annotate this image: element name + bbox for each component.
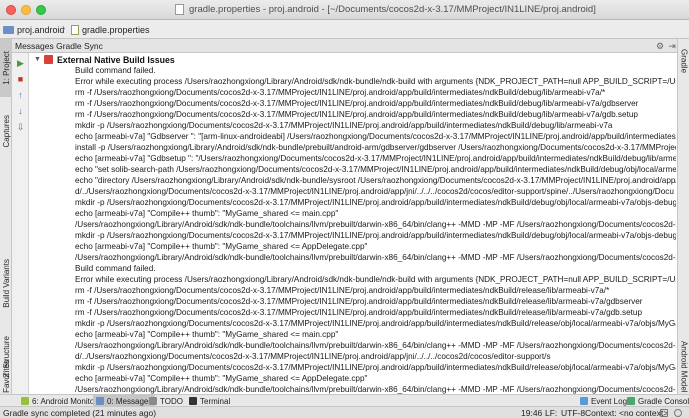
tab-label: Android Model xyxy=(679,340,689,393)
status-message[interactable]: Gradle sync completed (21 minutes ago) xyxy=(3,408,156,418)
folder-icon xyxy=(3,25,14,34)
issue-group-row[interactable]: ▼ External Native Build Issues xyxy=(34,54,175,65)
bottom-tool-window-bar: 6: Android Monitor 0: Messages TODO Term… xyxy=(0,394,689,407)
tab-label: Event Log xyxy=(591,396,628,406)
android-icon xyxy=(21,397,29,405)
message-line[interactable]: rm -f /Users/raozhongxiong/Documents/coc… xyxy=(75,109,638,120)
message-line[interactable]: rm -f /Users/raozhongxiong/Documents/coc… xyxy=(75,307,642,318)
message-line[interactable]: mkdir -p /Users/raozhongxiong/Documents/… xyxy=(75,362,676,373)
breadcrumb-item-file[interactable]: gradle.properties xyxy=(71,23,150,36)
message-line[interactable]: echo [armeabi-v7a] "Gdbsetup ": "/Users/… xyxy=(75,153,676,164)
tab-label: TODO xyxy=(160,396,183,406)
message-line[interactable]: echo "directory /Users/raozhongxiong/Lib… xyxy=(75,175,676,186)
tab-gradle[interactable]: Gradle xyxy=(678,41,689,81)
breadcrumb-label: gradle.properties xyxy=(82,24,150,35)
chevron-right-icon: › xyxy=(62,23,66,34)
inspector-face-icon[interactable] xyxy=(674,409,682,417)
panel-title: Messages Gradle Sync xyxy=(15,41,103,51)
document-icon xyxy=(175,4,184,15)
tab-build-variants[interactable]: Build Variants xyxy=(0,244,12,322)
messages-icon xyxy=(96,397,104,405)
terminal-icon xyxy=(189,397,197,405)
messages-tree[interactable]: ▼ External Native Build Issues Build com… xyxy=(30,53,676,394)
message-line[interactable]: rm -f /Users/raozhongxiong/Documents/coc… xyxy=(75,296,642,307)
maximize-window-button[interactable] xyxy=(36,5,46,15)
todo-icon xyxy=(149,397,157,405)
message-line[interactable]: rm -f /Users/raozhongxiong/Documents/coc… xyxy=(75,98,638,109)
message-line[interactable]: mkdir -p /Users/raozhongxiong/Documents/… xyxy=(75,197,676,208)
event-log-icon xyxy=(580,397,588,405)
collapse-triangle-icon[interactable]: ▼ xyxy=(34,56,41,63)
tab-label: Gradle Console xyxy=(638,396,689,406)
message-line[interactable]: /Users/raozhongxiong/Library/Android/sdk… xyxy=(75,340,676,351)
window-title: gradle.properties - proj.android - [~/Do… xyxy=(189,4,596,15)
message-line[interactable]: rm -f /Users/raozhongxiong/Documents/coc… xyxy=(75,87,605,98)
context-indicator[interactable]: Context: <no context> xyxy=(585,408,668,418)
left-tool-window-bar: 1: Project Captures Build Variants Z: St… xyxy=(0,39,12,402)
message-line[interactable]: echo [armeabi-v7a] "Compile++ thumb": "M… xyxy=(75,208,338,219)
message-line[interactable]: /Users/raozhongxiong/Library/Android/sdk… xyxy=(75,219,676,230)
messages-toolbar: ▶ ■ ↑ ↓ ⇩ xyxy=(12,53,29,394)
breadcrumb-label: proj.android xyxy=(17,24,65,35)
line-ending-indicator[interactable]: LF: xyxy=(545,408,557,418)
message-line[interactable]: mkdir -p /Users/raozhongxiong/Documents/… xyxy=(75,318,676,329)
message-line[interactable]: /Users/raozhongxiong/Library/Android/sdk… xyxy=(75,384,676,394)
tab-label: Build Variants xyxy=(1,258,11,308)
tab-label: 1: Project xyxy=(1,51,11,85)
gradle-icon xyxy=(627,397,635,405)
close-window-button[interactable] xyxy=(6,5,16,15)
gear-icon[interactable]: ⚙ xyxy=(655,41,665,51)
tab-favorites[interactable]: 2: Favorites xyxy=(0,360,12,402)
message-line[interactable]: Error while executing process /Users/rao… xyxy=(75,76,676,87)
window-titlebar: gradle.properties - proj.android - [~/Do… xyxy=(0,0,689,20)
message-line[interactable]: install -p /Users/raozhongxiong/Library/… xyxy=(75,142,676,153)
previous-icon[interactable]: ↑ xyxy=(14,89,27,102)
status-time: 19:46 xyxy=(521,408,543,418)
minimize-window-button[interactable] xyxy=(21,5,31,15)
message-line[interactable]: echo "set solib-search-path /Users/raozh… xyxy=(75,164,676,175)
messages-panel-header: Messages Gradle Sync ⚙ ⇥ xyxy=(12,39,677,53)
message-line[interactable]: Build command failed. xyxy=(75,263,156,274)
tab-label: Gradle xyxy=(679,48,689,73)
message-line[interactable]: d/../Users/raozhongxiong/Documents/cocos… xyxy=(75,351,551,362)
next-icon[interactable]: ↓ xyxy=(14,105,27,118)
tab-label: 6: Android Monitor xyxy=(32,396,97,406)
status-bar: Gradle sync completed (21 minutes ago) 1… xyxy=(0,406,689,418)
message-line[interactable]: echo [armeabi-v7a] "Compile++ thumb": "M… xyxy=(75,329,338,340)
encoding-indicator[interactable]: UTF-8 xyxy=(561,408,585,418)
stop-icon[interactable]: ■ xyxy=(14,73,27,86)
breadcrumb: proj.android › gradle.properties xyxy=(0,20,689,39)
export-icon[interactable]: ⇩ xyxy=(14,121,27,134)
hide-panel-icon[interactable]: ⇥ xyxy=(667,41,677,51)
breadcrumb-item-project[interactable]: proj.android xyxy=(3,23,65,36)
message-line[interactable]: echo [armeabi-v7a] "Compile++ thumb": "M… xyxy=(75,373,367,384)
tab-project[interactable]: 1: Project xyxy=(0,39,12,97)
message-line[interactable]: echo [armeabi-v7a] "Compile++ thumb": "M… xyxy=(75,241,367,252)
rerun-icon[interactable]: ▶ xyxy=(14,57,27,70)
message-line[interactable]: Error while executing process /Users/rao… xyxy=(75,274,676,285)
message-line[interactable]: Build command failed. xyxy=(75,65,156,76)
message-line[interactable]: echo [armeabi-v7a] "Gdbserver ": "[arm-l… xyxy=(75,131,676,142)
tab-captures[interactable]: Captures xyxy=(0,101,12,161)
lock-icon[interactable] xyxy=(660,409,668,417)
issue-group-label: External Native Build Issues xyxy=(56,54,175,65)
right-tool-window-bar: Gradle Android Model xyxy=(677,39,689,394)
error-icon xyxy=(43,55,53,64)
gradle-file-icon xyxy=(71,24,79,35)
tab-android-model[interactable]: Android Model xyxy=(678,339,689,394)
message-line[interactable]: d/../Users/raozhongxiong/Documents/cocos… xyxy=(75,186,674,197)
message-line[interactable]: mkdir -p /Users/raozhongxiong/Documents/… xyxy=(75,120,612,131)
message-line[interactable]: mkdir -p /Users/raozhongxiong/Documents/… xyxy=(75,230,676,241)
tab-label: Terminal xyxy=(200,396,231,406)
message-line[interactable]: /Users/raozhongxiong/Library/Android/sdk… xyxy=(75,252,676,263)
tab-label: Captures xyxy=(1,114,11,148)
message-line[interactable]: rm -f /Users/raozhongxiong/Documents/coc… xyxy=(75,285,609,296)
